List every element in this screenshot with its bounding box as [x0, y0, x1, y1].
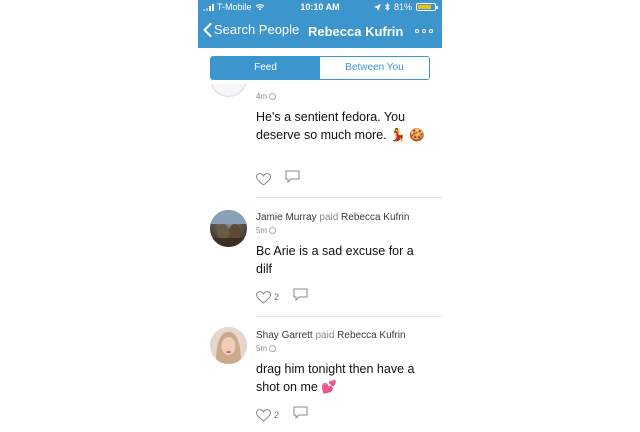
divider: [256, 197, 442, 198]
battery-percent: 81%: [393, 2, 412, 12]
status-right: 81%: [373, 2, 438, 12]
tab-feed[interactable]: Feed: [211, 57, 320, 79]
actor-name[interactable]: Jamie Murray: [256, 212, 317, 223]
target-name[interactable]: Rebecca Kufrin: [337, 330, 405, 341]
comment-icon: [293, 406, 308, 420]
more-options-button[interactable]: [415, 29, 433, 33]
back-button-label: Search People: [214, 22, 300, 37]
avatar-photo: [210, 210, 247, 247]
avatar-photo: [210, 327, 247, 364]
comment-icon: [285, 170, 300, 184]
feed-story: Shay Garrett paid Rebecca Kufrin 5m drag…: [198, 317, 442, 432]
actor-name[interactable]: Shay Garrett: [256, 330, 313, 341]
story-actions: 2: [256, 288, 308, 306]
nav-bar: Search People Rebecca Kufrin: [198, 16, 442, 48]
action-verb: paid: [319, 212, 339, 223]
battery-icon: [416, 3, 438, 11]
globe-icon: [269, 227, 277, 234]
story-time: 5m: [256, 226, 277, 235]
story-actions: 2: [256, 406, 308, 424]
heart-icon: [256, 172, 271, 186]
globe-icon: [269, 345, 277, 352]
dot-icon: [422, 29, 426, 33]
globe-icon: [269, 93, 277, 100]
avatar[interactable]: [210, 210, 247, 247]
comment-button[interactable]: [293, 288, 308, 306]
top-bar: T-Mobile 10:10 AM 81% Search People Rebe…: [198, 0, 442, 48]
chevron-left-icon: [203, 22, 212, 37]
tab-between-you[interactable]: Between You: [320, 57, 429, 79]
back-button[interactable]: Search People: [203, 22, 299, 37]
comment-button[interactable]: [285, 170, 300, 188]
location-arrow-icon: [373, 3, 381, 11]
avatar[interactable]: [210, 84, 247, 97]
heart-icon: [256, 408, 271, 422]
like-count: 2: [274, 410, 280, 420]
dot-icon: [415, 29, 419, 33]
feed-story: 4m He's a sentient fedora. You deserve s…: [198, 84, 442, 198]
story-time: 4m: [256, 92, 277, 101]
story-header: Jamie Murray paid Rebecca Kufrin: [256, 212, 409, 223]
story-note: Bc Arie is a sad excuse for a dilf: [256, 244, 414, 276]
status-bar: T-Mobile 10:10 AM 81%: [198, 0, 442, 16]
story-header: Shay Garrett paid Rebecca Kufrin: [256, 330, 406, 341]
bluetooth-icon: [385, 3, 390, 11]
comment-icon: [293, 288, 308, 302]
heart-icon: [256, 290, 271, 304]
story-note: He's a sentient fedora. You deserve so m…: [256, 110, 425, 142]
phone-screen: T-Mobile 10:10 AM 81% Search People Rebe…: [198, 0, 442, 432]
dot-icon: [429, 29, 433, 33]
segmented-control: Feed Between You: [210, 56, 430, 80]
like-button[interactable]: 2: [256, 290, 280, 304]
like-button[interactable]: 2: [256, 408, 280, 422]
comment-button[interactable]: [293, 406, 308, 424]
like-count: 2: [274, 292, 280, 302]
action-verb: paid: [315, 330, 335, 341]
story-time: 5m: [256, 344, 277, 353]
feed-story: Jamie Murray paid Rebecca Kufrin 5m Bc A…: [198, 200, 442, 317]
target-name[interactable]: Rebecca Kufrin: [341, 212, 409, 223]
page-title: Rebecca Kufrin: [308, 24, 404, 39]
story-note: drag him tonight then have a shot on me …: [256, 362, 415, 394]
avatar[interactable]: [210, 327, 247, 364]
story-actions: [256, 170, 300, 188]
like-button[interactable]: [256, 172, 271, 186]
feed-list: 4m He's a sentient fedora. You deserve s…: [198, 84, 442, 432]
